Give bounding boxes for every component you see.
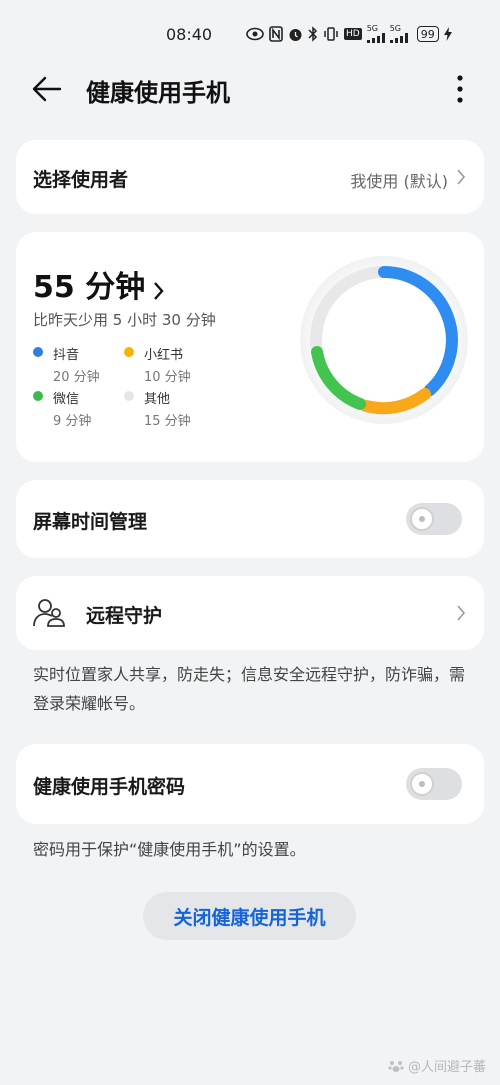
alarm-icon [288,27,303,42]
remote-guard-card[interactable]: 远程守护 [16,576,484,650]
signal-icon-2: 5G [389,25,408,43]
toggle-knob [410,772,434,796]
usage-donut-chart [300,256,468,424]
password-card: 健康使用手机密码 [16,744,484,824]
eye-icon [246,27,264,41]
legend-app-time: 15 分钟 [144,414,191,429]
top-app-bar: 健康使用手机 [0,64,500,114]
legend-app-time: 10 分钟 [144,370,191,385]
vibrate-icon [323,26,339,42]
battery-icon: 99 [416,26,439,42]
remote-guard-description: 实时位置家人共享，防走失；信息安全远程守护，防诈骗，需登录荣耀帐号。 [33,665,466,713]
legend-dot [124,391,134,401]
chevron-right-icon [456,168,466,186]
legend-app-time: 9 分钟 [53,414,92,429]
legend-app-name: 小红书 [144,348,184,363]
arrow-left-icon[interactable] [30,74,64,104]
people-icon [32,596,66,630]
chevron-right-icon [456,604,466,622]
hd-icon: HD [344,28,362,40]
signal-icon: 5G [366,25,385,43]
user-selector-value: 我使用 (默认) [350,172,448,191]
charging-icon [443,27,452,41]
legend-app-time: 20 分钟 [53,370,100,385]
toggle-knob [410,507,434,531]
screen-time-toggle[interactable] [406,503,462,535]
screen-time-card: 屏幕时间管理 [16,480,484,558]
password-description: 密码用于保护“健康使用手机”的设置。 [33,840,306,859]
nfc-icon [269,26,283,42]
remote-guard-label: 远程守护 [86,605,163,627]
total-usage-value: 55 分钟 [33,270,146,305]
bluetooth-icon [308,26,318,42]
legend-app-name: 其他 [144,392,171,407]
legend-app-name: 微信 [53,392,80,407]
legend-dot [33,347,43,357]
total-usage[interactable]: 55 分钟 [33,262,164,306]
donut-background [300,256,468,424]
page-title: 健康使用手机 [86,79,230,107]
legend-dot [124,347,134,357]
legend-app-name: 抖音 [53,348,80,363]
watermark: @人间避子蕃 [388,1056,486,1075]
usage-compare-text: 比昨天少用 5 小时 30 分钟 [33,311,216,329]
password-label: 健康使用手机密码 [33,776,186,798]
watermark-text: @人间避子蕃 [408,1060,487,1075]
usage-summary-card[interactable]: 55 分钟 比昨天少用 5 小时 30 分钟 抖音 20 分钟 小红书 10 分… [16,232,484,462]
legend-dot [33,391,43,401]
close-health-button[interactable]: 关闭健康使用手机 [143,892,356,940]
user-selector-label: 选择使用者 [33,169,129,191]
screen-time-label: 屏幕时间管理 [33,511,148,533]
chevron-right-icon [153,274,164,300]
status-icons: HD 5G 5G 99 [246,23,452,45]
paw-icon [388,1060,404,1072]
status-bar: 08:40 HD 5G 5G 99 [0,0,500,68]
more-vertical-icon[interactable] [450,72,470,106]
user-selector-card[interactable]: 选择使用者 我使用 (默认) [16,140,484,214]
password-toggle[interactable] [406,768,462,800]
status-time: 08:40 [166,25,213,44]
